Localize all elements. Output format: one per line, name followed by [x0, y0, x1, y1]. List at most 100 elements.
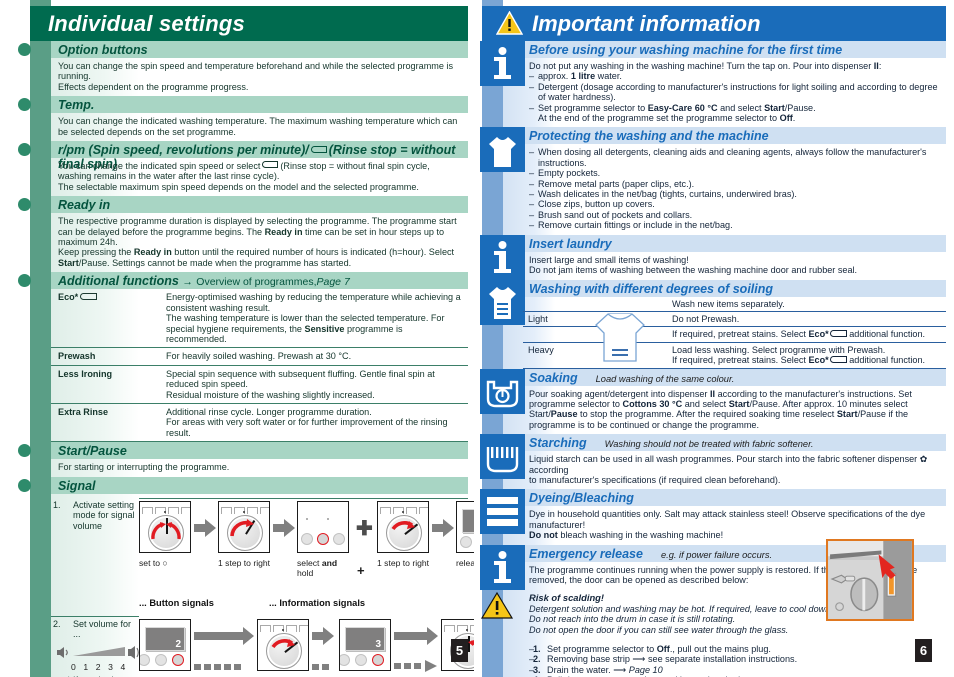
soil-level: [523, 296, 589, 312]
control-panel-step-1[interactable]: [139, 500, 191, 553]
table-row: Light Do not Prewash.: [523, 311, 946, 328]
list-item: Remove curtain fittings or include in th…: [529, 220, 940, 231]
control-panel-step-4[interactable]: [377, 500, 429, 553]
option-button-row[interactable]: [140, 653, 190, 667]
rotate-both-arrow-icon: [151, 521, 181, 539]
left-page-header: Individual settings: [30, 6, 468, 41]
bold-and: and: [321, 557, 338, 568]
emergency-label: Emergency release: [529, 546, 643, 561]
soiling-table: Wash new items separately. Light Do not …: [523, 296, 946, 369]
section-heading: r/pm (Spin speed, revolutions per minute…: [51, 141, 468, 171]
section-body: Do not put any washing in the washing ma…: [503, 58, 946, 127]
list-item: When dosing all detergents, cleaning aid…: [529, 147, 940, 168]
control-panel-step-2[interactable]: [218, 500, 270, 553]
option-button[interactable]: [340, 653, 350, 666]
list-item: 3.Drain the water. ⟶ Page 10: [529, 665, 940, 676]
function-value: Energy-optimised washing by reducing the…: [159, 289, 468, 349]
soil-text: Do not Prewash.: [667, 311, 946, 328]
step2-number: 2.: [53, 618, 61, 629]
option-button-row[interactable]: [340, 653, 390, 667]
soaking-label: Soaking: [529, 370, 578, 385]
emergency-release-photo: [826, 539, 914, 621]
numbered-list: 1.Set programme selector to Off., pull o…: [529, 644, 940, 677]
section-body: You can change the spin speed and temper…: [58, 61, 454, 92]
step1-caption-1: 1 step to right: [218, 557, 271, 568]
section-soiling: Washing with different degrees of soilin…: [480, 279, 946, 369]
option-button[interactable]: [355, 653, 367, 666]
section-option-buttons: Option buttons You can change the spin s…: [18, 41, 468, 96]
arrow-right-icon: [194, 518, 216, 537]
section-ready-in: Ready in The respective programme durati…: [18, 196, 468, 272]
signal-button-selected[interactable]: [317, 532, 329, 545]
section-heading: Option buttons: [51, 41, 468, 58]
soil-text: Wash new items separately.: [667, 296, 946, 312]
led-dot: [327, 517, 329, 520]
led-dot: [306, 517, 308, 520]
signal-volume-display: 3: [345, 626, 385, 651]
additional-functions-table: Eco* Energy-optimised washing by reducin…: [51, 289, 468, 443]
option-button[interactable]: [140, 653, 150, 666]
section-body: The respective programme duration is dis…: [58, 216, 457, 268]
group-label-button-signals: ... Button signals: [139, 597, 214, 608]
list-item: Brush sand out of pockets and collars.: [529, 210, 940, 221]
section-body: Insert large and small items of washing!…: [529, 254, 858, 276]
list-item: approx. 1 litre water.: [529, 71, 940, 82]
section-body: Pour soaking agent/detergent into dispen…: [529, 388, 912, 430]
function-key: Prewash: [51, 347, 159, 366]
arrow-right-icon: [312, 626, 334, 645]
rotate-right-arrow-icon: [271, 638, 295, 648]
signal-button-selected[interactable]: [172, 653, 184, 666]
signal-button-selected[interactable]: [372, 653, 384, 666]
option-button[interactable]: [301, 532, 313, 545]
table-row: Heavy Load less washing. Select programm…: [523, 342, 946, 369]
reference-page: Page 7: [316, 276, 350, 289]
section-heading: Soaking Load washing of the same colour.: [503, 368, 946, 386]
section-additional-functions: Additional functions → Overview of progr…: [18, 272, 468, 443]
option-button[interactable]: [460, 535, 472, 548]
section-heading: Ready in: [51, 196, 468, 214]
arrow-right-icon: [394, 626, 438, 645]
control-panel-step-3[interactable]: [297, 500, 349, 553]
soil-text: If required, pretreat stains. Select Eco…: [667, 326, 946, 343]
volume-scale-numbers: 0 1 2 3 4: [71, 661, 128, 672]
tshirt-outline-icon: [595, 312, 645, 362]
left-page: Individual settings Option buttons You c…: [0, 0, 508, 677]
dashed-arrow-icon: [394, 659, 437, 672]
section-body: You can change the indicated spin speed …: [51, 158, 468, 196]
function-value: Additional rinse cycle. Longer programme…: [159, 403, 468, 443]
warning-triangle-icon: [496, 11, 523, 35]
divider: [139, 497, 468, 499]
section-heading: Insert laundry: [503, 234, 946, 252]
list-item: Empty pockets.: [529, 168, 940, 179]
list-item: Remove metal parts (paper clips, etc.).: [529, 179, 940, 190]
list-item: Close zips, button up covers.: [529, 199, 940, 210]
control-panel-volume-3[interactable]: 3: [339, 618, 391, 671]
emergency-subheading: e.g. if power failure occurs.: [660, 549, 773, 560]
control-panel-volume-2[interactable]: [257, 618, 309, 671]
section-heading: Additional functions → Overview of progr…: [51, 272, 468, 290]
option-button[interactable]: [155, 653, 167, 666]
rotate-right-arrow-icon: [391, 520, 415, 530]
step1-text: Activate setting mode for signal volume: [73, 499, 135, 531]
option-button[interactable]: [333, 532, 345, 545]
tshirt-icon: [480, 127, 525, 173]
control-panel-volume-1[interactable]: 2: [139, 618, 191, 671]
warning-triangle-icon: [480, 592, 514, 620]
plus-sign-large: ✚: [356, 517, 373, 540]
section-before-first-time: Before using your washing machine for th…: [480, 41, 946, 127]
bullet-list: When dosing all detergents, cleaning aid…: [529, 147, 940, 231]
intro-text: Do not put any washing in the washing ma…: [529, 61, 882, 71]
table-row: Extra Rinse Additional rinse cycle. Long…: [51, 403, 468, 443]
rpm-body-c: The selectable maximum spin speed depend…: [58, 181, 419, 192]
page-title: Individual settings: [48, 11, 245, 36]
dashed-arrow-icon: [194, 663, 241, 670]
table-row: Prewash For heavily soiled washing. Prew…: [51, 347, 468, 366]
option-button-row[interactable]: [300, 532, 348, 546]
right-page-header: Important information: [482, 6, 946, 41]
arrow-right-icon: [194, 626, 254, 645]
section-heading: Before using your washing machine for th…: [503, 41, 946, 58]
volume-scale-icon: [57, 645, 139, 659]
soil-level: Light: [523, 311, 589, 328]
page-title: Important information: [532, 11, 761, 36]
section-body: When dosing all detergents, cleaning aid…: [503, 144, 946, 234]
